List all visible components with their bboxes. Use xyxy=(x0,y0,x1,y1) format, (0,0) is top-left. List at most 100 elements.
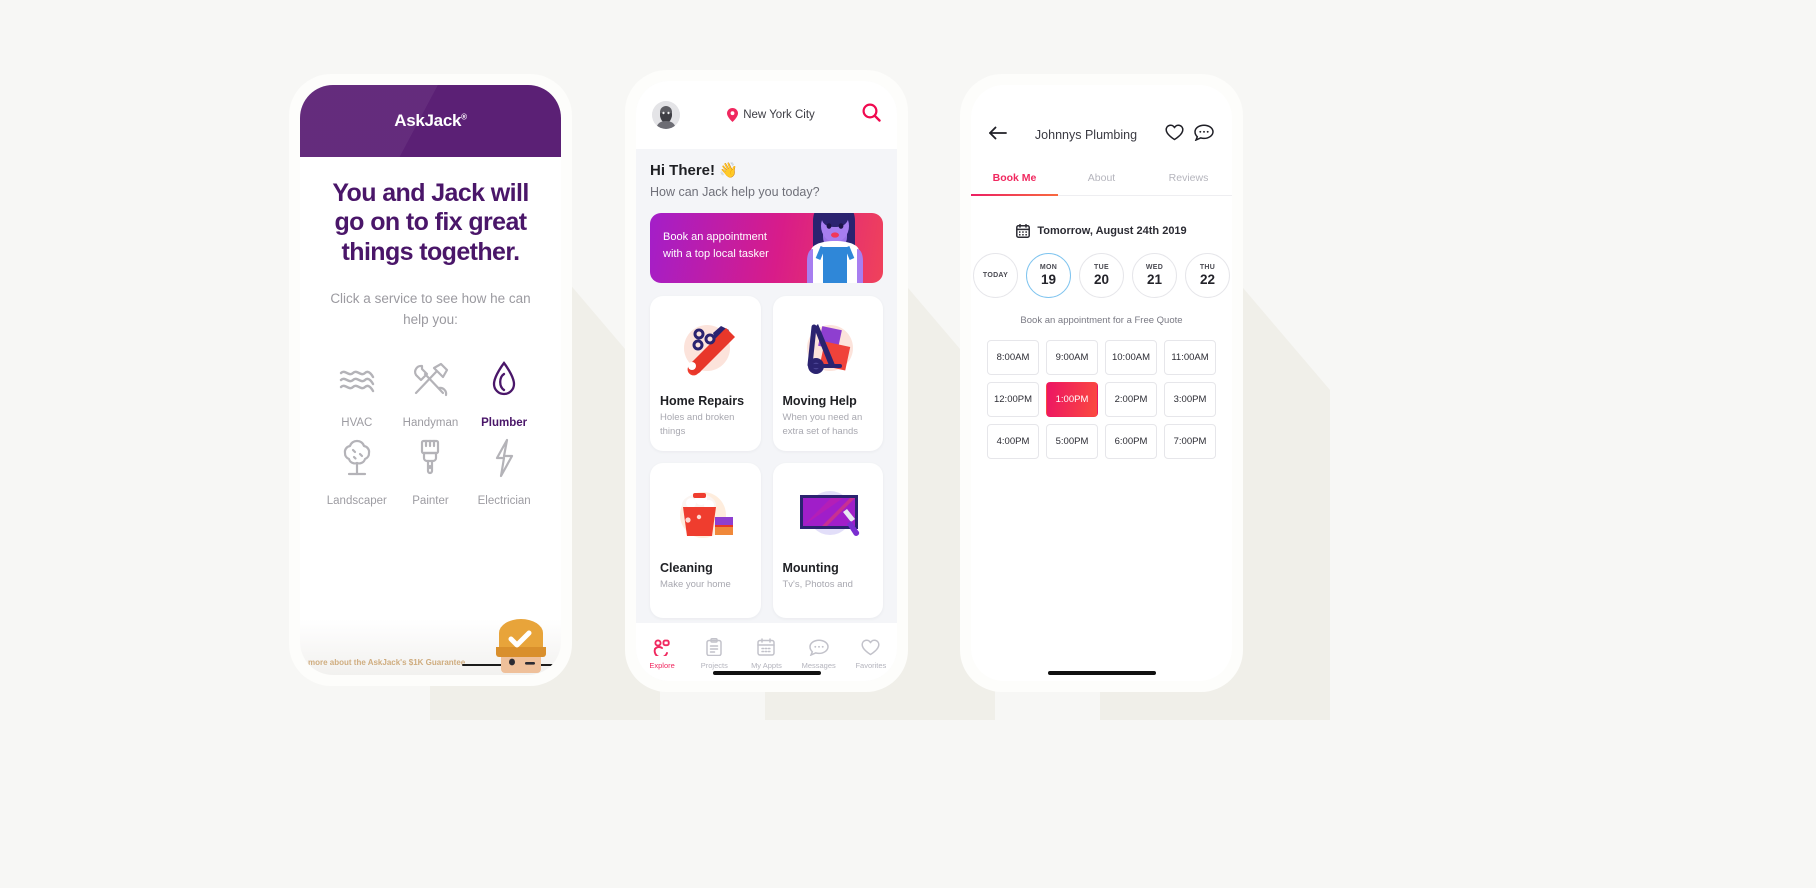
profile-tabs: Book Me About Reviews xyxy=(971,163,1232,196)
booking-topbar: Johnnys Plumbing xyxy=(971,85,1232,163)
day-dow: THU xyxy=(1199,264,1216,271)
time-slot[interactable]: 9:00AM xyxy=(1046,340,1098,375)
promo-banner[interactable]: Book an appointment with a top local tas… xyxy=(650,213,883,283)
tab-book-me[interactable]: Book Me xyxy=(971,163,1058,196)
time-slot[interactable]: 8:00AM xyxy=(987,340,1039,375)
day-num: 20 xyxy=(1093,272,1110,287)
screen-explore: New York City Hi There! 👋 How can Jack h… xyxy=(636,81,897,681)
day-option-19[interactable]: MON 19 xyxy=(1026,253,1071,298)
service-item-plumber[interactable]: Plumber xyxy=(467,357,541,429)
nav-label: Favorites xyxy=(855,660,887,670)
nav-item-my-appts[interactable]: My Appts xyxy=(740,638,792,670)
selected-date-row: Tomorrow, August 24th 2019 xyxy=(971,224,1232,238)
explore-content: Hi There! 👋 How can Jack help you today?… xyxy=(636,149,897,623)
time-slot[interactable]: 11:00AM xyxy=(1164,340,1216,375)
phone-mockup-booking: Johnnys Plumbing Book Me About Reviews T… xyxy=(960,74,1243,692)
promo-line-2: with a top local tasker xyxy=(663,247,769,260)
day-label: TODAY xyxy=(982,272,1009,279)
service-card-moving-help[interactable]: Moving Help When you need an extra set o… xyxy=(772,296,883,451)
time-slot-selected[interactable]: 1:00PM xyxy=(1046,382,1098,417)
card-title: Home Repairs xyxy=(660,394,745,408)
time-slot[interactable]: 5:00PM xyxy=(1046,424,1098,459)
home-indicator xyxy=(1047,671,1156,675)
chat-bubble-icon xyxy=(808,638,829,656)
day-option-20[interactable]: TUE 20 xyxy=(1079,253,1124,298)
paintbrush-icon xyxy=(415,435,445,481)
service-item-painter[interactable]: Painter xyxy=(394,435,468,507)
service-label: Painter xyxy=(412,494,449,507)
day-dow: MON xyxy=(1039,264,1058,271)
time-slot[interactable]: 4:00PM xyxy=(987,424,1039,459)
heart-icon xyxy=(861,639,880,655)
service-card-mounting[interactable]: Mounting Tv's, Photos and xyxy=(772,463,883,618)
time-slot[interactable]: 12:00PM xyxy=(987,382,1039,417)
avatar[interactable] xyxy=(652,101,680,129)
tab-reviews[interactable]: Reviews xyxy=(1145,163,1232,195)
card-subtitle: Holes and broken things xyxy=(660,412,735,437)
screen-onboarding: AskJack® You and Jack will go on to fix … xyxy=(300,85,561,675)
hammer-wrench-icon xyxy=(409,357,451,403)
service-grid: HVAC Handyman Plumber Landscaper Painter… xyxy=(320,357,541,507)
water-drop-icon xyxy=(489,357,519,403)
page-title: You and Jack will go on to fix great thi… xyxy=(332,179,529,266)
nav-item-favorites[interactable]: Favorites xyxy=(845,639,897,670)
service-label: Plumber xyxy=(481,416,528,429)
tree-icon xyxy=(337,435,377,481)
search-icon[interactable] xyxy=(862,103,881,127)
time-slot[interactable]: 2:00PM xyxy=(1105,382,1157,417)
card-subtitle: Make your home xyxy=(660,579,731,590)
day-option-today[interactable]: TODAY xyxy=(973,253,1018,298)
tab-about[interactable]: About xyxy=(1058,163,1145,195)
card-title: Mounting xyxy=(782,561,839,575)
location-selector[interactable]: New York City xyxy=(690,108,852,122)
date-label: Tomorrow, August 24th 2019 xyxy=(1037,225,1187,237)
mascot-illustration xyxy=(496,619,546,673)
service-item-hvac[interactable]: HVAC xyxy=(320,357,394,429)
nav-item-explore[interactable]: Explore xyxy=(636,638,688,670)
service-card-cleaning[interactable]: Cleaning Make your home xyxy=(650,463,761,618)
day-dow: TUE xyxy=(1094,264,1109,271)
time-slot[interactable]: 6:00PM xyxy=(1105,424,1157,459)
service-label: Electrician xyxy=(477,494,531,507)
waves-icon xyxy=(337,357,377,403)
message-button[interactable] xyxy=(1194,124,1214,146)
time-slot[interactable]: 3:00PM xyxy=(1164,382,1216,417)
brand-logo: AskJack® xyxy=(394,111,467,131)
page-title: Johnnys Plumbing xyxy=(1034,128,1138,142)
hand-truck-icon xyxy=(783,306,874,390)
favorite-button[interactable] xyxy=(1165,124,1184,146)
time-slot[interactable]: 10:00AM xyxy=(1105,340,1157,375)
explore-icon xyxy=(653,638,670,656)
service-card-home-repairs[interactable]: Home Repairs Holes and broken things xyxy=(650,296,761,451)
day-num: 19 xyxy=(1040,272,1057,287)
onboarding-body: You and Jack will go on to fix great thi… xyxy=(300,157,561,507)
app-header: AskJack® xyxy=(300,85,561,157)
map-pin-icon xyxy=(727,108,739,122)
nav-label: Explore xyxy=(649,660,675,670)
back-arrow-icon[interactable] xyxy=(989,126,1007,145)
tv-mount-icon xyxy=(783,473,874,557)
nav-item-messages[interactable]: Messages xyxy=(793,638,845,670)
explore-topbar: New York City xyxy=(636,81,897,149)
bucket-icon xyxy=(660,473,751,557)
day-option-22[interactable]: THU 22 xyxy=(1185,253,1230,298)
card-subtitle: Tv's, Photos and xyxy=(782,579,853,590)
service-item-handyman[interactable]: Handyman xyxy=(394,357,468,429)
heart-icon xyxy=(1165,124,1184,141)
calendar-icon xyxy=(1016,224,1031,238)
greeting-text: Hi There! 👋 xyxy=(650,162,738,179)
day-option-21[interactable]: WED 21 xyxy=(1132,253,1177,298)
greeting-question: How can Jack help you today? xyxy=(650,185,820,199)
guarantee-footer: more about the AskJack's $1K Guarantee xyxy=(300,619,561,675)
phone-mockup-onboarding: AskJack® You and Jack will go on to fix … xyxy=(289,74,572,686)
service-item-electrician[interactable]: Electrician xyxy=(467,435,541,507)
time-slot[interactable]: 7:00PM xyxy=(1164,424,1216,459)
day-num: 22 xyxy=(1199,272,1216,287)
chat-bubble-icon xyxy=(1194,124,1214,142)
nav-item-projects[interactable]: Projects xyxy=(688,638,740,670)
service-item-landscaper[interactable]: Landscaper xyxy=(320,435,394,507)
day-num: 21 xyxy=(1146,272,1163,287)
app-showcase-canvas: AskJack® You and Jack will go on to fix … xyxy=(0,0,1816,888)
card-title: Cleaning xyxy=(660,561,713,575)
booking-hint: Book an appointment for a Free Quote xyxy=(1020,315,1183,326)
